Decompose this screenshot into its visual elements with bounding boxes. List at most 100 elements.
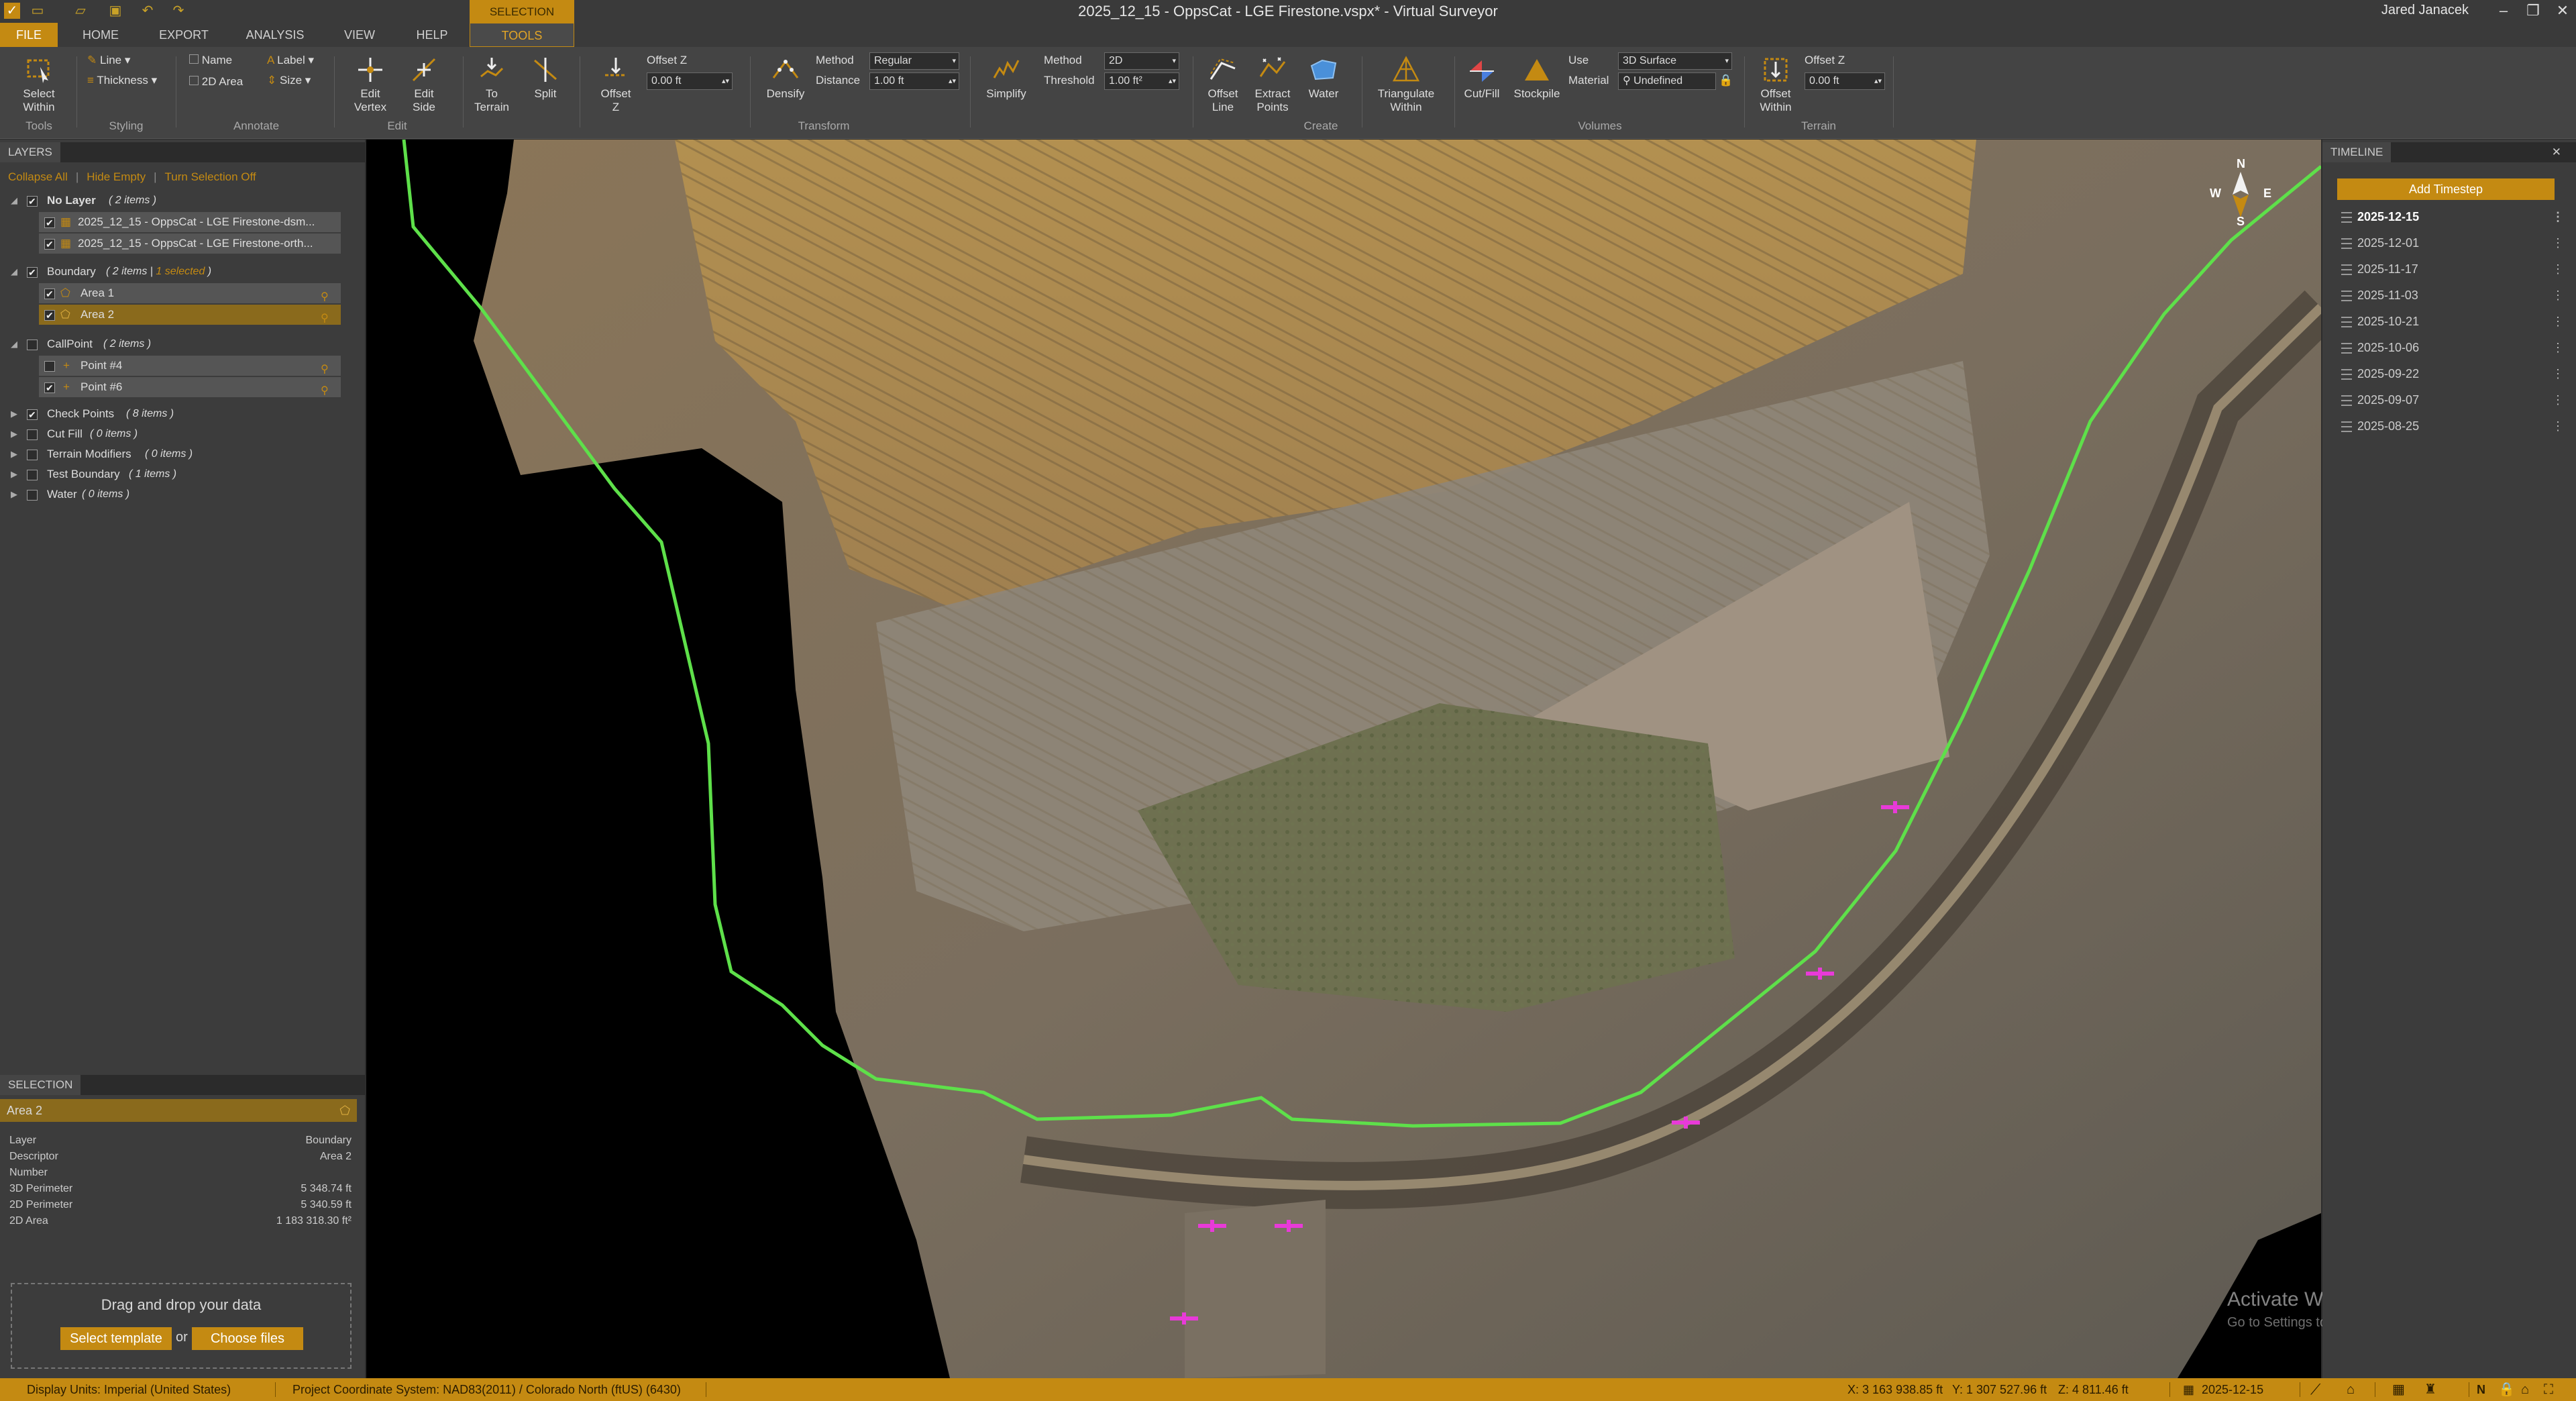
threshold-input[interactable]: 1.00 ft² ▴▾ — [1104, 72, 1179, 90]
turn-selection-off-link[interactable]: Turn Selection Off — [165, 170, 256, 183]
project-crs[interactable]: Project Coordinate System: NAD83(2011) /… — [292, 1378, 681, 1401]
simplify-button[interactable]: Simplify — [979, 55, 1033, 101]
layer-checkbox[interactable] — [44, 361, 55, 372]
layer-group-check-points[interactable]: ▶ Check Points ( 8 items ) — [0, 404, 365, 425]
water-button[interactable]: Water — [1299, 55, 1348, 101]
offset-z-button[interactable]: Offset Z — [588, 55, 644, 114]
spinner-icon[interactable]: ▴▾ — [1169, 73, 1176, 89]
tower-icon[interactable]: ♜ — [2424, 1378, 2436, 1401]
drag-handle-icon[interactable] — [2341, 421, 2352, 432]
drag-handle-icon[interactable] — [2341, 264, 2352, 275]
compass-widget[interactable]: N S W E — [2210, 157, 2271, 228]
home-icon[interactable]: ⌂ — [2521, 1378, 2529, 1401]
close-icon[interactable]: ✕ — [2549, 1, 2576, 20]
layer-checkbox[interactable] — [27, 340, 38, 350]
add-timestep-button[interactable]: Add Timestep — [2337, 178, 2555, 200]
offset-line-button[interactable]: Offset Line — [1198, 55, 1248, 114]
stockpile-status-icon[interactable]: ⌂ — [2347, 1378, 2355, 1401]
expand-arrow-icon[interactable]: ◢ — [11, 262, 17, 282]
layer-group-test-boundary[interactable]: ▶ Test Boundary ( 1 items ) — [0, 464, 365, 484]
fullscreen-icon[interactable]: ⛶ — [2544, 1378, 2553, 1401]
triangulate-within-button[interactable]: Triangulate Within — [1368, 55, 1444, 114]
drag-handle-icon[interactable] — [2341, 291, 2352, 301]
tab-help[interactable]: HELP — [411, 23, 453, 47]
material-lock-icon[interactable]: 🔒 — [1719, 74, 1733, 87]
layer-item[interactable]: ▦ 2025_12_15 - OppsCat - LGE Firestone-d… — [39, 212, 341, 233]
timestep-row[interactable]: 2025-10-06 ⋮ — [2322, 335, 2576, 360]
layer-checkbox[interactable] — [27, 490, 38, 501]
close-panel-icon[interactable]: ✕ — [2544, 142, 2569, 162]
minimize-icon[interactable]: – — [2490, 1, 2517, 20]
timestep-row[interactable]: 2025-10-21 ⋮ — [2322, 309, 2576, 334]
north-up-icon[interactable]: N — [2477, 1378, 2485, 1401]
layer-group-boundary[interactable]: ◢ Boundary ( 2 items | 1 selected ) — [0, 262, 365, 282]
more-options-icon[interactable]: ⋮ — [2552, 361, 2564, 386]
layer-checkbox[interactable] — [27, 262, 38, 282]
display-units[interactable]: Display Units: Imperial (United States) — [27, 1378, 231, 1401]
simplify-method-select[interactable]: 2D ▾ — [1104, 52, 1179, 70]
collapse-arrow-icon[interactable]: ▶ — [11, 464, 17, 484]
split-button[interactable]: Split — [521, 55, 570, 101]
drag-handle-icon[interactable] — [2341, 238, 2352, 249]
layer-checkbox[interactable] — [27, 191, 38, 211]
layer-item[interactable]: + Point #4 ⚲ — [39, 356, 341, 376]
spinner-icon[interactable]: ▴▾ — [1874, 73, 1882, 89]
more-options-icon[interactable]: ⋮ — [2552, 413, 2564, 439]
collapse-arrow-icon[interactable]: ▶ — [11, 484, 17, 505]
more-options-icon[interactable]: ⋮ — [2552, 256, 2564, 282]
tab-home[interactable]: HOME — [74, 23, 127, 47]
tab-tools[interactable]: TOOLS — [470, 23, 574, 47]
terrain-offset-z-input[interactable]: 0.00 ft ▴▾ — [1805, 72, 1885, 90]
collapse-arrow-icon[interactable]: ▶ — [11, 404, 17, 424]
line-style-dropdown[interactable]: ✎ Line ▾ — [87, 54, 130, 67]
cut-fill-button[interactable]: Cut/Fill — [1460, 55, 1504, 101]
choose-files-button[interactable]: Choose files — [192, 1327, 303, 1350]
tab-export[interactable]: EXPORT — [156, 23, 212, 47]
size-dropdown[interactable]: ⇕ Size ▾ — [267, 74, 311, 87]
spinner-icon[interactable]: ▴▾ — [949, 73, 956, 89]
annotate-name-checkbox[interactable]: Name — [189, 54, 232, 67]
thickness-dropdown[interactable]: ≡ Thickness ▾ — [87, 74, 157, 87]
orthophoto-map[interactable] — [366, 140, 2321, 1378]
drag-handle-icon[interactable] — [2341, 317, 2352, 327]
layer-group-water[interactable]: ▶ Water ( 0 items ) — [0, 484, 365, 505]
timestep-row[interactable]: 2025-08-25 ⋮ — [2322, 413, 2576, 439]
to-terrain-button[interactable]: To Terrain — [467, 55, 517, 114]
status-date[interactable]: 2025-12-15 — [2202, 1378, 2263, 1401]
lock-icon[interactable]: 🔒 — [2498, 1378, 2515, 1401]
offset-z-input[interactable]: 0.00 ft ▴▾ — [647, 72, 733, 90]
densify-method-select[interactable]: Regular ▾ — [869, 52, 959, 70]
expand-arrow-icon[interactable]: ◢ — [11, 191, 17, 211]
layer-checkbox[interactable] — [27, 429, 38, 440]
more-options-icon[interactable]: ⋮ — [2552, 282, 2564, 308]
drag-handle-icon[interactable] — [2341, 343, 2352, 354]
layer-group-cut-fill[interactable]: ▶ Cut Fill ( 0 items ) — [0, 424, 365, 444]
layer-checkbox[interactable] — [44, 234, 55, 254]
select-template-button[interactable]: Select template — [60, 1327, 172, 1350]
offset-within-button[interactable]: Offset Within — [1750, 55, 1802, 114]
grid-icon[interactable]: ▦ — [2392, 1378, 2405, 1401]
select-within-button[interactable]: Select Within — [7, 55, 71, 114]
densify-distance-input[interactable]: 1.00 ft ▴▾ — [869, 72, 959, 90]
layer-item[interactable]: + Point #6 ⚲ — [39, 377, 341, 398]
drop-zone[interactable]: Drag and drop your data Select template … — [11, 1283, 352, 1369]
layer-item-selected[interactable]: ⬠ Area 2 ⚲ — [39, 305, 341, 325]
layer-item[interactable]: ▦ 2025_12_15 - OppsCat - LGE Firestone-o… — [39, 234, 341, 254]
drag-handle-icon[interactable] — [2341, 369, 2352, 380]
timestep-row[interactable]: 2025-11-03 ⋮ — [2322, 282, 2576, 308]
stockpile-button[interactable]: Stockpile — [1512, 55, 1562, 101]
user-name[interactable]: Jared Janacek — [2381, 3, 2469, 18]
edit-side-button[interactable]: Edit Side — [397, 55, 451, 114]
more-options-icon[interactable]: ⋮ — [2552, 387, 2564, 413]
spinner-icon[interactable]: ▴▾ — [722, 73, 729, 89]
selection-tab[interactable]: SELECTION — [0, 1075, 81, 1095]
collapse-arrow-icon[interactable]: ▶ — [11, 444, 17, 464]
layer-checkbox[interactable] — [44, 284, 55, 304]
timestep-row[interactable]: 2025-09-22 ⋮ — [2322, 361, 2576, 386]
timestep-row-active[interactable]: 2025-12-15 ⋮ — [2322, 204, 2576, 229]
label-dropdown[interactable]: A Label ▾ — [267, 54, 314, 67]
timeline-tab[interactable]: TIMELINE — [2322, 142, 2392, 162]
layer-group-no-layer[interactable]: ◢ No Layer ( 2 items ) — [0, 191, 365, 211]
map-viewport[interactable]: N S W E — [366, 140, 2321, 1378]
annotate-2d-area-checkbox[interactable]: 2D Area — [189, 75, 243, 89]
